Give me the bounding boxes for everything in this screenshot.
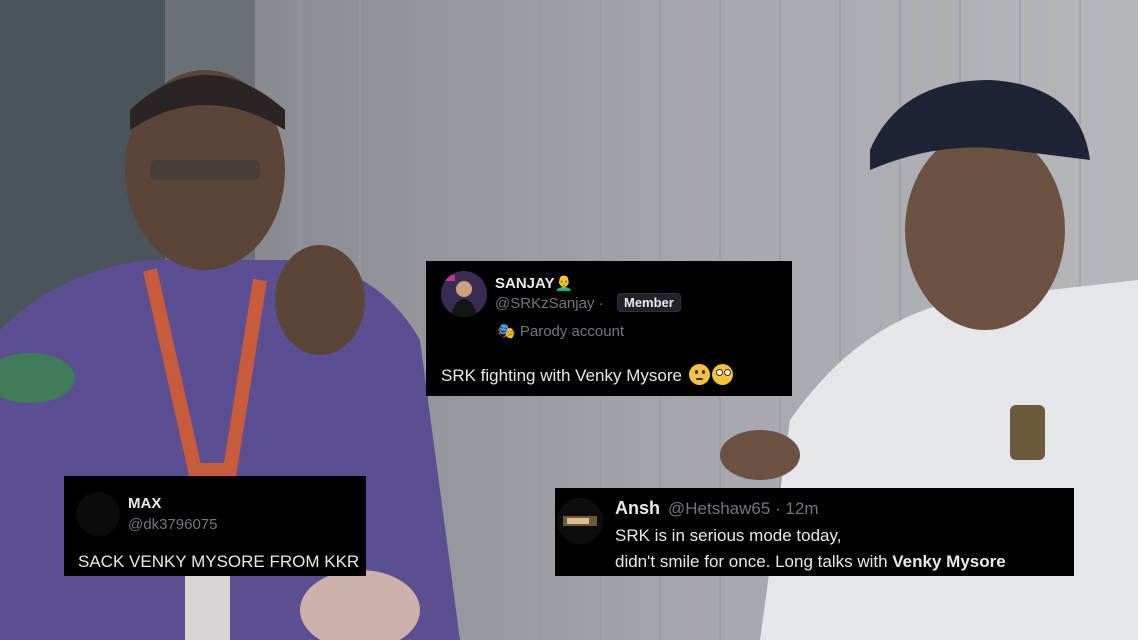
profile-photo-icon	[441, 271, 487, 317]
tweet-card-sanjay: SANJAY👨‍🦲 @SRKzSanjay · Member 🎭 Parody …	[426, 261, 792, 396]
avatar[interactable]	[441, 271, 487, 317]
user-handle[interactable]: @dk3796075	[128, 516, 217, 533]
tweet-text: SRK fighting with Venky Mysore	[441, 364, 733, 386]
tweet-body: SRK fighting with Venky Mysore	[441, 366, 682, 385]
member-badge[interactable]: Member	[617, 293, 681, 312]
handle-text: @SRKzSanjay	[495, 295, 595, 312]
name-emoji-icon: 👨‍🦲	[554, 275, 574, 292]
thinking-face-icon	[688, 364, 710, 385]
tweet-text-bold: Venky Mysore	[892, 552, 1006, 571]
parody-text: Parody account	[519, 323, 625, 340]
handle-text: @Hetshaw65	[668, 499, 771, 518]
avatar[interactable]	[76, 492, 120, 536]
tweet-card-max: MAX @dk3796075 SACK VENKY MYSORE FROM KK…	[64, 476, 366, 576]
user-handle[interactable]: @SRKzSanjay ·	[495, 295, 604, 312]
mask-icon: 🎭	[497, 323, 516, 340]
tweet-text-line2: didn't smile for once. Long talks with V…	[615, 552, 1006, 572]
separator-dot: ·	[598, 295, 604, 312]
tweet-text: SACK VENKY MYSORE FROM KKR	[78, 552, 360, 571]
display-name[interactable]: Ansh	[615, 498, 660, 519]
parody-label: 🎭 Parody account	[497, 322, 624, 340]
display-name[interactable]: MAX	[128, 495, 161, 512]
tweet-card-ansh: Ansh @Hetshaw65 · 12m SRK is in serious …	[555, 488, 1074, 576]
avatar[interactable]	[557, 498, 603, 544]
user-handle[interactable]: @Hetshaw65 · 12m	[668, 499, 819, 519]
tweet-text-prefix: didn't smile for once. Long talks with	[615, 552, 893, 571]
display-name[interactable]: SANJAY👨‍🦲	[495, 274, 573, 292]
tweet-text-line1: SRK is in serious mode today,	[615, 526, 842, 545]
flushed-face-icon	[711, 364, 733, 385]
profile-photo-icon	[557, 498, 603, 544]
display-name-text: SANJAY	[495, 275, 555, 292]
timestamp: · 12m	[775, 499, 819, 518]
